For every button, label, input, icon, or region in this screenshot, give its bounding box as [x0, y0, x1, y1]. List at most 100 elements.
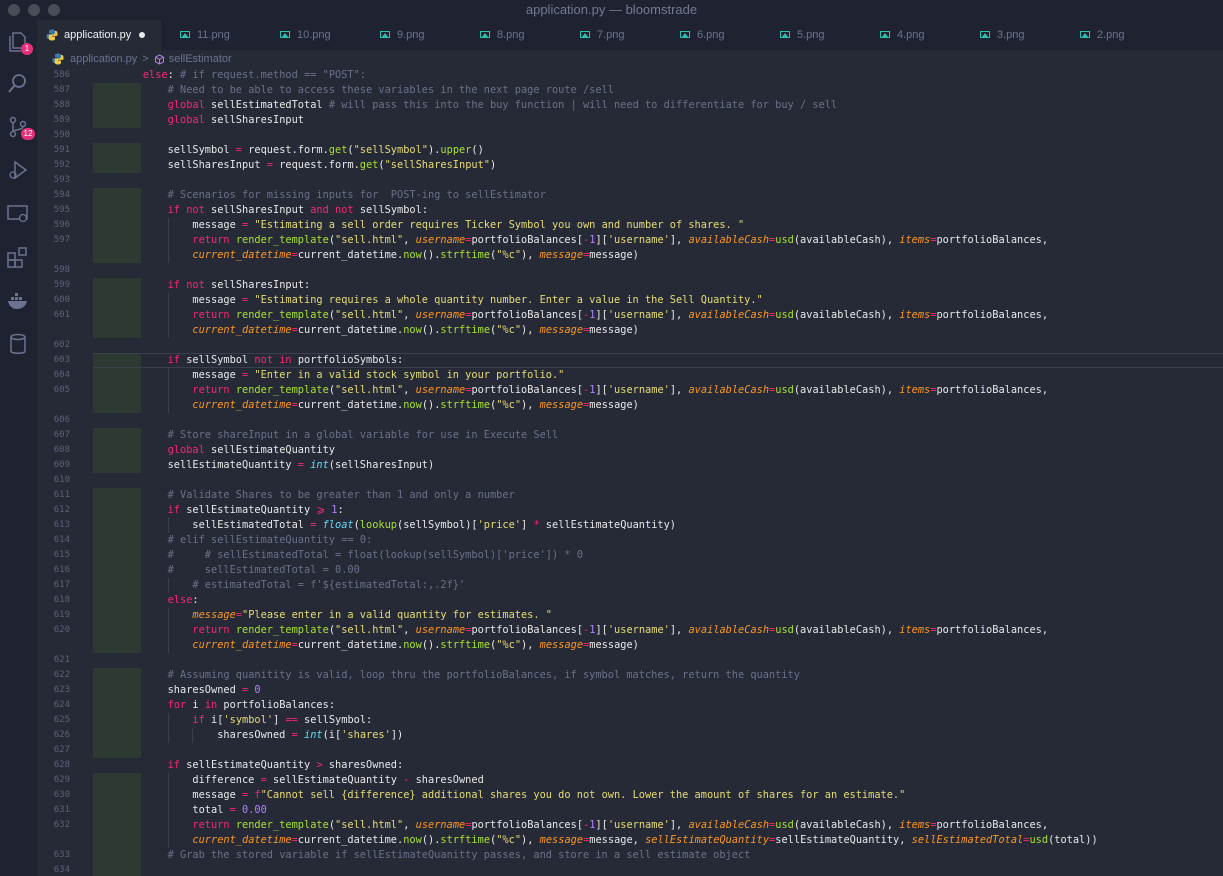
unsaved-dot-icon[interactable]	[139, 32, 146, 38]
code-line[interactable]: global sellSharesInput	[118, 113, 304, 128]
code-line[interactable]: current_datetime=current_datetime.now().…	[118, 833, 1097, 848]
code-editor[interactable]: 586 else: # if request.method == "POST":…	[37, 68, 1223, 876]
code-line[interactable]: sharesOwned = 0	[118, 683, 261, 698]
line-number: 621	[53, 655, 70, 665]
code-line[interactable]: # Grab the stored variable if sellEstima…	[118, 848, 751, 863]
line-number: 618	[53, 595, 70, 605]
code-line[interactable]: # Assuming quanitity is valid, loop thru…	[118, 668, 800, 683]
code-line[interactable]: message = f"Cannot sell {difference} add…	[118, 788, 905, 803]
tab-6-png[interactable]: 6.png	[663, 20, 763, 50]
tab-5-png[interactable]: 5.png	[763, 20, 863, 50]
code-line[interactable]: # Store shareInput in a global variable …	[118, 428, 559, 443]
tab-3-png[interactable]: 3.png	[963, 20, 1063, 50]
line-number: 622	[53, 670, 70, 680]
line-number: 627	[53, 745, 70, 755]
remote-explorer-icon[interactable]	[5, 201, 31, 227]
code-line[interactable]: # sellEstimatedTotal = 0.00	[118, 563, 360, 578]
code-line[interactable]: global sellEstimateQuantity	[118, 443, 335, 458]
line-number: 594	[53, 190, 70, 200]
tab-2-png[interactable]: 2.png	[1063, 20, 1163, 50]
code-line[interactable]: sellEstimateQuantity = int(sellSharesInp…	[118, 458, 435, 473]
docker-icon[interactable]	[5, 288, 31, 314]
code-line[interactable]: current_datetime=current_datetime.now().…	[118, 398, 638, 413]
code-line[interactable]: message = "Estimating requires a whole q…	[118, 293, 762, 308]
code-line[interactable]: return render_template("sell.html", user…	[118, 818, 1048, 833]
line-number: 610	[53, 475, 70, 485]
code-line[interactable]: message = "Enter in a valid stock symbol…	[118, 368, 564, 383]
breadcrumb-symbol[interactable]: sellEstimator	[169, 53, 232, 65]
code-line[interactable]: current_datetime=current_datetime.now().…	[118, 323, 638, 338]
line-number: 625	[53, 715, 70, 725]
line-number: 631	[53, 805, 70, 815]
line-number: 601	[53, 310, 70, 320]
code-line[interactable]: if not sellSharesInput and not sellSymbo…	[118, 203, 428, 218]
code-line[interactable]: # elif sellEstimateQuantity == 0:	[118, 533, 373, 548]
line-number: 615	[53, 550, 70, 560]
code-line[interactable]: current_datetime=current_datetime.now().…	[118, 248, 638, 263]
search-icon[interactable]	[5, 71, 31, 97]
tab-10-png[interactable]: 10.png	[263, 20, 363, 50]
code-line[interactable]: # estimatedTotal = f'${estimatedTotal:,.…	[118, 578, 465, 593]
code-line[interactable]: for i in portfolioBalances:	[118, 698, 335, 713]
line-number: 611	[53, 490, 70, 500]
tab-7-png[interactable]: 7.png	[563, 20, 663, 50]
extensions-icon[interactable]	[5, 244, 31, 270]
code-line[interactable]: total = 0.00	[118, 803, 266, 818]
code-line[interactable]: if sellEstimateQuantity > sharesOwned:	[118, 758, 404, 773]
breadcrumb: application.py > sellEstimator	[37, 50, 1223, 68]
tab-label: 6.png	[697, 29, 725, 41]
tab-11-png[interactable]: 11.png	[163, 20, 263, 50]
line-number: 619	[53, 610, 70, 620]
code-line[interactable]: return render_template("sell.html", user…	[118, 308, 1048, 323]
code-line[interactable]: # Scenarios for missing inputs for POST-…	[118, 188, 546, 203]
image-file-icon	[280, 31, 290, 38]
tab-label: 5.png	[797, 29, 825, 41]
tab-8-png[interactable]: 8.png	[463, 20, 563, 50]
code-line[interactable]: sellEstimatedTotal = float(lookup(sellSy…	[118, 518, 676, 533]
line-number: 598	[53, 265, 70, 275]
line-number: 630	[53, 790, 70, 800]
tab-9-png[interactable]: 9.png	[363, 20, 463, 50]
line-number: 587	[53, 85, 70, 95]
code-line[interactable]: if not sellSharesInput:	[118, 278, 311, 293]
explorer-icon[interactable]: 1	[5, 29, 33, 55]
tab-application-py[interactable]: application.py	[37, 20, 163, 50]
code-line[interactable]: if i['symbol'] == sellSymbol:	[118, 713, 372, 728]
line-number: 592	[53, 160, 70, 170]
source-control-icon[interactable]: 12	[5, 114, 35, 140]
line-number: 590	[53, 130, 70, 140]
breadcrumb-file[interactable]: application.py	[70, 53, 137, 65]
line-number: 626	[53, 730, 70, 740]
code-line[interactable]: message="Please enter in a valid quantit…	[118, 608, 552, 623]
code-line[interactable]: sharesOwned = int(i['shares'])	[118, 728, 403, 743]
code-line[interactable]: return render_template("sell.html", user…	[118, 233, 1048, 248]
code-line[interactable]: # # sellEstimatedTotal = float(lookup(se…	[118, 548, 583, 563]
tab-4-png[interactable]: 4.png	[863, 20, 963, 50]
line-number: 617	[53, 580, 70, 590]
code-line[interactable]: sellSymbol = request.form.get("sellSymbo…	[118, 143, 484, 158]
code-line[interactable]: return render_template("sell.html", user…	[118, 383, 1048, 398]
code-line[interactable]: if sellSymbol not in portfolioSymbols:	[118, 353, 404, 368]
code-line[interactable]: message = "Estimating a sell order requi…	[118, 218, 744, 233]
tab-label: 4.png	[897, 29, 925, 41]
line-number: 633	[53, 850, 70, 860]
tab-label: 7.png	[597, 29, 625, 41]
code-line[interactable]: # Need to be able to access these variab…	[118, 83, 614, 98]
code-line[interactable]: else:	[118, 593, 199, 608]
code-line[interactable]: else: # if request.method == "POST":	[118, 68, 366, 83]
line-number: 604	[53, 370, 70, 380]
line-number: 614	[53, 535, 70, 545]
line-number: 596	[53, 220, 70, 230]
code-line[interactable]: sellSharesInput = request.form.get("sell…	[118, 158, 497, 173]
code-line[interactable]: current_datetime=current_datetime.now().…	[118, 638, 638, 653]
explorer-badge: 1	[21, 43, 33, 55]
code-line[interactable]: if sellEstimateQuantity ⩾ 1:	[118, 503, 344, 518]
run-debug-icon[interactable]	[5, 157, 31, 183]
line-number: 620	[53, 625, 70, 635]
database-icon[interactable]	[5, 331, 31, 357]
code-line[interactable]: difference = sellEstimateQuantity - shar…	[118, 773, 483, 788]
breadcrumb-separator: >	[142, 53, 149, 65]
code-line[interactable]: global sellEstimatedTotal # will pass th…	[118, 98, 838, 113]
code-line[interactable]: return render_template("sell.html", user…	[118, 623, 1048, 638]
code-line[interactable]: # Validate Shares to be greater than 1 a…	[118, 488, 515, 503]
